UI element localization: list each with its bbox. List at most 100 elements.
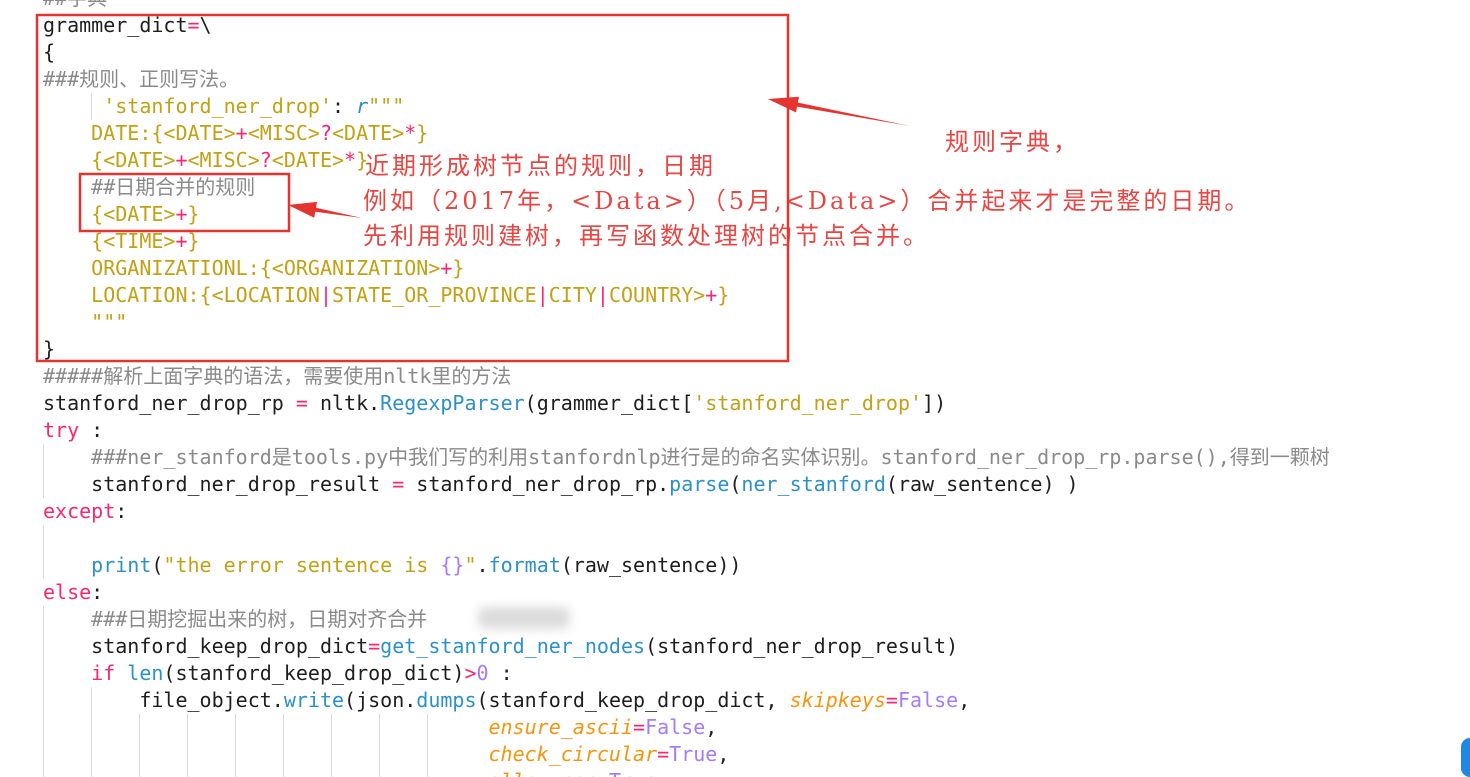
code-token-string: {<DATE> <box>43 201 176 226</box>
code-line[interactable]: { <box>0 39 1470 66</box>
code-line[interactable]: {<DATE>+<MISC>?<DATE>*} <box>0 147 1470 174</box>
code-token-string: DATE:{<DATE> <box>43 120 236 145</box>
code-token-const: False <box>645 714 706 739</box>
code-token-plain: (raw_sentence) ) <box>885 471 1079 496</box>
code-token-param: check_circular <box>43 741 658 766</box>
code-token-plain: (raw_sentence)) <box>560 552 742 577</box>
code-token-op: + <box>175 201 188 226</box>
code-line[interactable]: ##字典 <box>0 0 1470 12</box>
indent-guide <box>379 713 380 777</box>
code-token-op: = <box>633 714 646 739</box>
code-token-plain: . <box>476 552 489 577</box>
code-token-op: + <box>705 282 718 307</box>
code-token-comment: ###规则、正则写法。 <box>43 66 240 91</box>
code-line[interactable]: ORGANIZATIONL:{<ORGANIZATION>+} <box>0 255 1470 282</box>
code-token-string: " <box>464 552 477 577</box>
code-token-plain: (stanford_keep_drop_dict, <box>476 687 790 712</box>
code-token-plain: stanford_ner_drop_result <box>43 471 393 496</box>
code-line[interactable]: grammer_dict=\ <box>0 12 1470 39</box>
code-editor[interactable]: ##字典grammer_dict=\{###规则、正则写法。 'stanford… <box>0 0 1470 777</box>
code-line[interactable]: except: <box>0 498 1470 525</box>
code-token-op: + <box>175 228 188 253</box>
code-token-string: <MISC> <box>187 147 260 172</box>
code-token-plain: { <box>43 39 56 64</box>
code-token-op: ? <box>259 147 272 172</box>
code-token-op: + <box>235 120 248 145</box>
code-token-const: 0 <box>476 660 489 685</box>
code-token-plain: \ <box>199 12 212 37</box>
code-line[interactable]: } <box>0 336 1470 363</box>
code-token-comment: ###日期挖掘出来的树，日期对齐合并 <box>43 606 428 631</box>
code-token-op: ? <box>319 120 332 145</box>
indent-guide <box>187 713 188 777</box>
code-line[interactable]: 'stanford_ner_drop': r""" <box>0 93 1470 120</box>
code-token-op: | <box>596 282 609 307</box>
code-token-plain: (stanford_ner_drop_result) <box>645 633 959 658</box>
code-token-op: = <box>368 633 381 658</box>
code-line[interactable]: ###日期挖掘出来的树，日期对齐合并 <box>0 606 1470 633</box>
code-token-plain: , <box>705 714 718 739</box>
code-token-op: * <box>344 147 357 172</box>
code-line[interactable]: try : <box>0 417 1470 444</box>
code-line[interactable]: ensure_ascii=False, <box>0 714 1470 741</box>
code-token-plain: stanford_ner_drop_rp <box>43 390 296 415</box>
indent-guide <box>91 686 92 777</box>
code-token-comment: ##日期合并的规则 <box>43 174 256 199</box>
indent-guide <box>43 524 44 579</box>
code-token-plain: : <box>331 93 357 118</box>
indent-guide <box>91 92 92 120</box>
code-token-string: } <box>452 255 465 280</box>
code-line[interactable]: allow_nan=True, <box>0 768 1470 777</box>
code-token-func: parse <box>669 471 730 496</box>
code-token-kw: if <box>43 660 116 685</box>
code-token-func: ner_stanford <box>741 471 886 496</box>
code-line[interactable]: stanford_ner_drop_result = stanford_ner_… <box>0 471 1470 498</box>
code-line[interactable]: DATE:{<DATE>+<MISC>?<DATE>*} <box>0 120 1470 147</box>
code-token-func: dumps <box>416 687 477 712</box>
blurred-redaction <box>478 607 570 629</box>
code-line[interactable]: ###规则、正则写法。 <box>0 66 1470 93</box>
code-token-string: "the error sentence is <box>163 552 441 577</box>
code-line[interactable]: file_object.write(json.dumps(stanford_ke… <box>0 687 1470 714</box>
code-token-comment: #####解析上面字典的语法，需要使用nltk里的方法 <box>43 363 512 388</box>
code-line[interactable]: print("the error sentence is {}".format(… <box>0 552 1470 579</box>
code-token-op: = <box>187 12 200 37</box>
code-line[interactable]: #####解析上面字典的语法，需要使用nltk里的方法 <box>0 363 1470 390</box>
code-token-plain: , <box>657 769 669 777</box>
code-token-const: True <box>669 741 718 766</box>
code-token-string: {<TIME> <box>43 228 176 253</box>
code-line[interactable]: stanford_ner_drop_rp = nltk.RegexpParser… <box>0 390 1470 417</box>
code-token-op: = <box>657 741 670 766</box>
code-line[interactable] <box>0 525 1470 552</box>
code-token-plain: (json. <box>344 687 417 712</box>
code-token-string: ORGANIZATIONL:{<ORGANIZATION> <box>43 255 441 280</box>
code-line[interactable]: else: <box>0 579 1470 606</box>
code-line[interactable]: check_circular=True, <box>0 741 1470 768</box>
code-line[interactable]: if len(stanford_keep_drop_dict)>0 : <box>0 660 1470 687</box>
code-line[interactable]: """ <box>0 309 1470 336</box>
code-token-plain: } <box>43 336 56 361</box>
annotation-note-line: 先利用规则建树，再写函数处理树的节点合并。 <box>363 222 930 250</box>
code-token-op: > <box>464 660 477 685</box>
code-token-plain: file_object. <box>43 687 284 712</box>
floating-action-button[interactable] <box>1461 738 1470 777</box>
code-token-op: = <box>885 687 898 712</box>
code-token-op: = <box>597 769 609 777</box>
indent-guide <box>43 605 44 777</box>
code-token-plain: : <box>79 417 104 442</box>
code-token-string: CITY <box>548 282 597 307</box>
indent-guide <box>427 713 428 777</box>
code-token-string: {<DATE> <box>43 147 176 172</box>
code-line[interactable]: LOCATION:{<LOCATION|STATE_OR_PROVINCE|CI… <box>0 282 1470 309</box>
code-token-plain: stanford_keep_drop_dict <box>43 633 369 658</box>
code-token-op: * <box>404 120 417 145</box>
code-token-const: True <box>609 769 657 777</box>
code-token-func: write <box>283 687 345 712</box>
annotation-dict-label: 规则字典， <box>945 128 1080 156</box>
code-token-plain: : <box>488 660 513 685</box>
code-line[interactable]: ###ner_stanford是tools.py中我们写的利用stanfordn… <box>0 444 1470 471</box>
code-line[interactable]: stanford_keep_drop_dict=get_stanford_ner… <box>0 633 1470 660</box>
code-token-string: } <box>416 120 429 145</box>
code-token-string: <MISC> <box>247 120 320 145</box>
code-token-string: <DATE> <box>332 120 405 145</box>
